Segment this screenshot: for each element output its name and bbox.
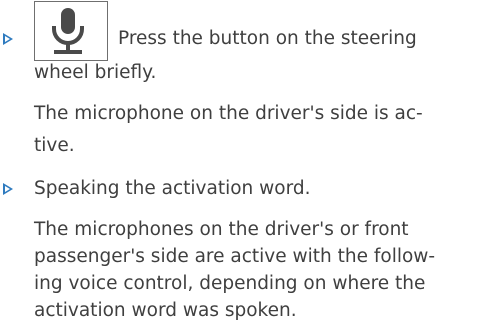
note-line-2: passenger's side are active with the fol… — [34, 246, 436, 267]
bullet-arrow-icon — [3, 33, 13, 45]
note-line-1: The microphones on the driver's or front — [34, 219, 409, 240]
bullet-arrow-icon — [3, 183, 13, 195]
microphone-button-icon — [34, 1, 108, 61]
instruction-line-2: wheel briefly. — [34, 62, 157, 83]
document-page: Press the button on the steering wheel b… — [0, 0, 486, 326]
note-line-2: tive. — [34, 135, 75, 156]
note-line-4: activation word was spoken. — [34, 300, 297, 321]
instruction-line: Speaking the activation word. — [34, 178, 311, 199]
note-line-3: ing voice control, depending on where th… — [34, 273, 426, 294]
note-line-1: The microphone on the driver's side is a… — [34, 103, 423, 124]
instruction-line-1: Press the button on the steering — [118, 28, 417, 49]
microphone-icon — [52, 8, 84, 54]
